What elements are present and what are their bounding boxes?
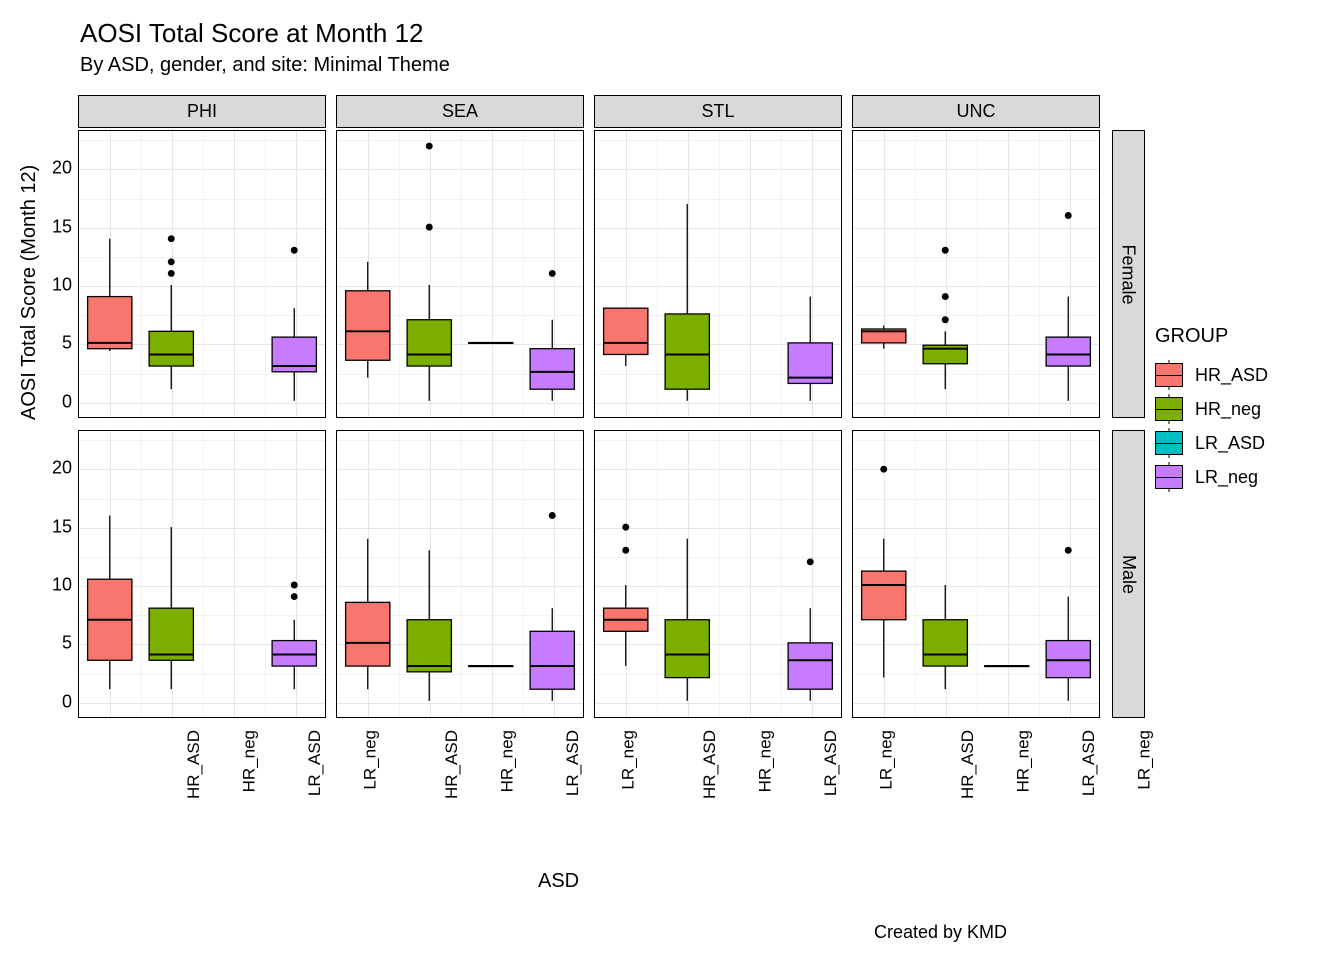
x-tick-label: LR_ASD <box>305 730 325 796</box>
legend-swatch <box>1155 465 1183 489</box>
x-tick-label: LR_neg <box>361 730 381 790</box>
chart-caption: Created by KMD <box>874 922 1007 943</box>
x-tick-label: LR_neg <box>619 730 639 790</box>
facet-grid: PHISEASTLUNCFemaleMale <box>78 95 1110 700</box>
y-tick-label: 15 <box>18 216 72 237</box>
chart-title: AOSI Total Score at Month 12 <box>80 18 423 49</box>
y-tick-label: 20 <box>18 458 72 479</box>
y-tick-label: 10 <box>18 575 72 596</box>
x-tick-label: LR_neg <box>1135 730 1155 790</box>
x-tick-label: HR_neg <box>497 730 517 792</box>
y-tick-label: 10 <box>18 275 72 296</box>
x-tick-label: LR_ASD <box>821 730 841 796</box>
facet-col-strip-PHI: PHI <box>78 95 326 128</box>
x-tick-label: LR_ASD <box>1079 730 1099 796</box>
x-tick-label: HR_ASD <box>700 730 720 799</box>
y-tick-label: 5 <box>18 333 72 354</box>
x-tick-label: LR_ASD <box>563 730 583 796</box>
panel-SEA-Male <box>336 430 584 718</box>
legend-item-HR_ASD: HR_ASD <box>1155 358 1268 392</box>
y-tick-label: 20 <box>18 158 72 179</box>
legend: GROUP HR_ASD HR_neg LR_ASD LR_neg <box>1155 325 1268 494</box>
y-tick-label: 0 <box>18 691 72 712</box>
x-tick-label: HR_ASD <box>442 730 462 799</box>
facet-col-strip-SEA: SEA <box>336 95 584 128</box>
panel-SEA-Female <box>336 130 584 418</box>
panel-UNC-Male <box>852 430 1100 718</box>
x-tick-label: LR_neg <box>877 730 897 790</box>
panel-STL-Male <box>594 430 842 718</box>
y-tick-label: 15 <box>18 516 72 537</box>
panel-PHI-Male <box>78 430 326 718</box>
facet-row-strip-Female: Female <box>1112 130 1145 418</box>
x-tick-label: HR_ASD <box>184 730 204 799</box>
facet-col-strip-STL: STL <box>594 95 842 128</box>
legend-item-LR_neg: LR_neg <box>1155 460 1268 494</box>
legend-item-HR_neg: HR_neg <box>1155 392 1268 426</box>
legend-label: LR_ASD <box>1195 433 1265 454</box>
legend-label: HR_ASD <box>1195 365 1268 386</box>
panel-UNC-Female <box>852 130 1100 418</box>
facet-col-strip-UNC: UNC <box>852 95 1100 128</box>
legend-swatch <box>1155 397 1183 421</box>
x-tick-label: HR_neg <box>755 730 775 792</box>
chart-subtitle: By ASD, gender, and site: Minimal Theme <box>80 54 450 77</box>
legend-label: LR_neg <box>1195 467 1258 488</box>
y-tick-label: 5 <box>18 633 72 654</box>
panel-STL-Female <box>594 130 842 418</box>
facet-row-strip-Male: Male <box>1112 430 1145 718</box>
legend-title: GROUP <box>1155 325 1268 348</box>
x-tick-label: HR_ASD <box>958 730 978 799</box>
x-tick-label: HR_neg <box>1013 730 1033 792</box>
legend-label: HR_neg <box>1195 399 1261 420</box>
y-tick-label: 0 <box>18 391 72 412</box>
x-tick-label: HR_neg <box>239 730 259 792</box>
legend-item-LR_ASD: LR_ASD <box>1155 426 1268 460</box>
panel-PHI-Female <box>78 130 326 418</box>
legend-swatch <box>1155 431 1183 455</box>
x-axis-title: ASD <box>538 870 579 893</box>
legend-swatch <box>1155 363 1183 387</box>
chart-root: AOSI Total Score at Month 12 By ASD, gen… <box>0 0 1344 960</box>
